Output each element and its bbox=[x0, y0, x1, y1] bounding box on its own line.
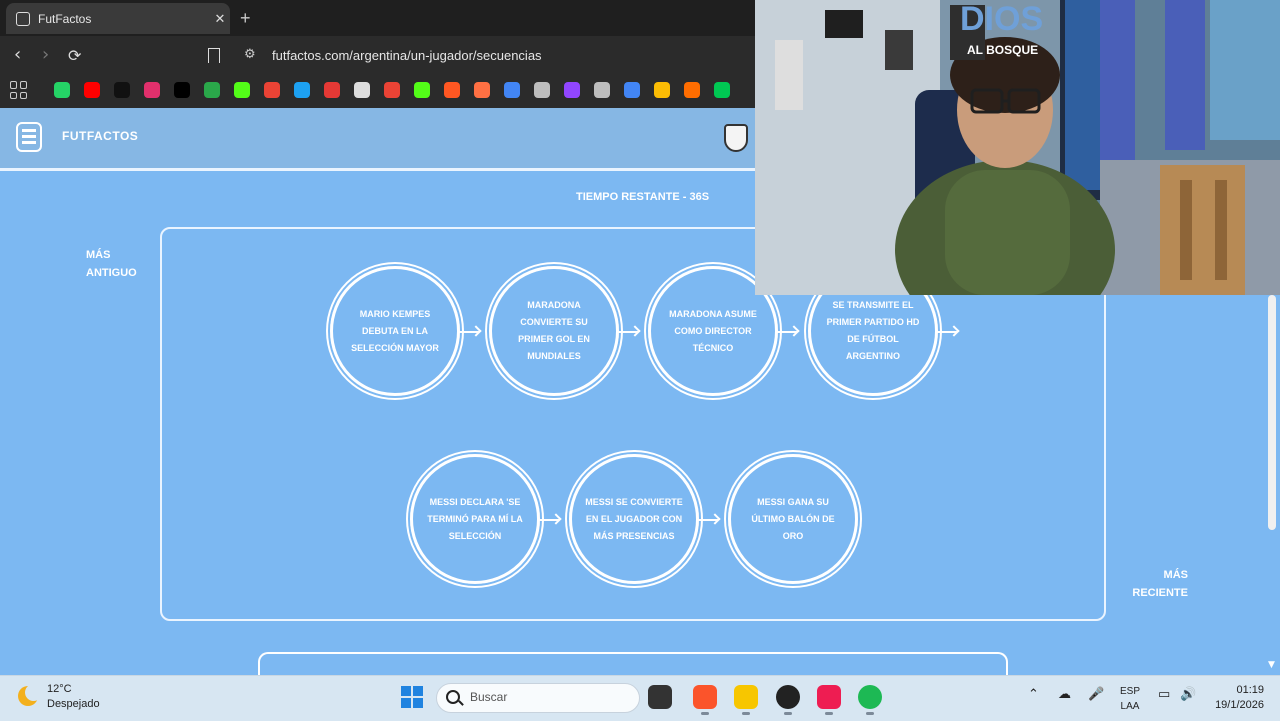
arrow-right-icon bbox=[937, 331, 957, 333]
running-indicator bbox=[701, 712, 709, 715]
wall-poster-text: DIOS bbox=[960, 0, 1043, 38]
chess-icon[interactable] bbox=[534, 82, 550, 98]
spotify-icon[interactable] bbox=[858, 685, 882, 709]
arrow-right-icon bbox=[459, 331, 479, 333]
file-explorer-icon[interactable] bbox=[734, 685, 758, 709]
site-icon[interactable] bbox=[294, 82, 310, 98]
site-icon[interactable] bbox=[684, 82, 700, 98]
taskbar-search[interactable] bbox=[436, 683, 640, 713]
gmail-icon[interactable] bbox=[264, 82, 280, 98]
chart-icon[interactable] bbox=[324, 82, 340, 98]
speed-icon[interactable] bbox=[354, 82, 370, 98]
futfactos-favicon-icon bbox=[16, 11, 30, 26]
arrow-right-icon bbox=[777, 331, 797, 333]
tab-title: FutFactos bbox=[38, 11, 92, 26]
search-icon bbox=[446, 690, 460, 704]
bookmark-page-icon[interactable] bbox=[208, 48, 220, 63]
brave-icon[interactable] bbox=[693, 685, 717, 709]
team-crest-icon[interactable] bbox=[724, 124, 748, 152]
running-indicator bbox=[825, 712, 833, 715]
search-site-icon[interactable] bbox=[444, 82, 460, 98]
weather-temperature[interactable]: 12°C bbox=[47, 683, 72, 695]
instagram-icon[interactable] bbox=[144, 82, 160, 98]
taskbar-search-placeholder: Buscar bbox=[470, 690, 508, 704]
event-card[interactable]: MESSI GANA SU ÚLTIMO BALÓN DE ORO bbox=[728, 454, 858, 584]
timer: TIEMPO RESTANTE - 36S bbox=[576, 191, 710, 203]
windows-start-icon[interactable] bbox=[401, 686, 423, 708]
gmail-icon[interactable] bbox=[384, 82, 400, 98]
drive-icon[interactable] bbox=[654, 82, 670, 98]
obs-icon[interactable] bbox=[776, 685, 800, 709]
chevron-up-icon[interactable]: ⌃ bbox=[1028, 687, 1039, 702]
d-site-icon[interactable] bbox=[714, 82, 730, 98]
language-indicator[interactable]: ESP LAA bbox=[1120, 684, 1140, 714]
page-scrollbar[interactable] bbox=[1268, 295, 1276, 530]
site-info-icon[interactable]: ⚙ bbox=[244, 47, 256, 62]
arrow-right-icon bbox=[698, 519, 718, 521]
clock-time: 01:19 bbox=[1236, 684, 1264, 696]
event-card[interactable]: MESSI SE CONVIERTE EN EL JUGADOR CON MÁS… bbox=[569, 454, 699, 584]
tab-futfactos[interactable]: FutFactos ✕ bbox=[6, 3, 230, 34]
keyboard-layout: LAA bbox=[1120, 701, 1140, 712]
event-card[interactable]: MARADONA CONVIERTE SU PRIMER GOL EN MUND… bbox=[489, 266, 619, 396]
address-bar[interactable]: futfactos.com/argentina/un-jugador/secue… bbox=[272, 48, 542, 63]
reload-icon[interactable]: ⟳ bbox=[68, 46, 81, 65]
wall-poster-subtext: AL BOSQUE bbox=[967, 43, 1038, 57]
soccer-site-icon[interactable] bbox=[204, 82, 220, 98]
microphone-icon[interactable]: 🎤 bbox=[1088, 687, 1104, 702]
task-view-icon[interactable] bbox=[648, 685, 672, 709]
clock-date: 19/1/2026 bbox=[1215, 699, 1264, 711]
webcam-overlay: DIOS AL BOSQUE bbox=[755, 0, 1280, 295]
arrow-right-icon bbox=[618, 331, 638, 333]
event-card[interactable]: MARIO KEMPES DEBUTA EN LA SELECCIÓN MAYO… bbox=[330, 266, 460, 396]
twitch-icon[interactable] bbox=[564, 82, 580, 98]
network-icon[interactable]: ▭ bbox=[1158, 687, 1170, 702]
system-clock[interactable]: 01:19 19/1/2026 bbox=[1210, 683, 1264, 713]
weather-condition[interactable]: Despejado bbox=[47, 698, 100, 710]
tiktok-icon[interactable] bbox=[817, 685, 841, 709]
whatsapp-icon[interactable] bbox=[54, 82, 70, 98]
moon-icon[interactable] bbox=[18, 684, 42, 706]
youtube-icon[interactable] bbox=[84, 82, 100, 98]
tab-close-icon[interactable]: ✕ bbox=[210, 11, 230, 27]
webcam-image: DIOS AL BOSQUE bbox=[755, 0, 1280, 295]
forward-icon[interactable]: › bbox=[42, 44, 49, 65]
event-card[interactable]: MESSI DECLARA 'SE TERMINÓ PARA MÍ LA SEL… bbox=[410, 454, 540, 584]
running-indicator bbox=[742, 712, 750, 715]
kick-icon[interactable] bbox=[414, 82, 430, 98]
settings-site-icon[interactable] bbox=[594, 82, 610, 98]
x-icon[interactable] bbox=[174, 82, 190, 98]
cloud-icon[interactable]: ☁ bbox=[1058, 687, 1071, 702]
running-indicator bbox=[784, 712, 792, 715]
label-newest: MÁS RECIENTE bbox=[1132, 569, 1188, 599]
label-oldest: MÁS ANTIGUO bbox=[86, 249, 137, 279]
language-code: ESP bbox=[1120, 686, 1141, 697]
back-icon[interactable]: ‹ bbox=[14, 44, 21, 65]
site-brand[interactable]: FUTFACTOS bbox=[62, 129, 138, 143]
scroll-down-icon[interactable]: ▼ bbox=[1268, 660, 1275, 670]
apps-icon[interactable] bbox=[10, 81, 28, 99]
site-icon[interactable] bbox=[474, 82, 490, 98]
running-indicator bbox=[866, 712, 874, 715]
volume-icon[interactable]: 🔊 bbox=[1180, 687, 1196, 702]
arrow-right-icon bbox=[539, 519, 559, 521]
futfactos-logo-icon[interactable] bbox=[16, 122, 42, 152]
tiktok-icon[interactable] bbox=[114, 82, 130, 98]
docs-icon[interactable] bbox=[624, 82, 640, 98]
new-tab-button[interactable]: + bbox=[240, 8, 251, 29]
grid-site-icon[interactable] bbox=[504, 82, 520, 98]
kick-icon[interactable] bbox=[234, 82, 250, 98]
